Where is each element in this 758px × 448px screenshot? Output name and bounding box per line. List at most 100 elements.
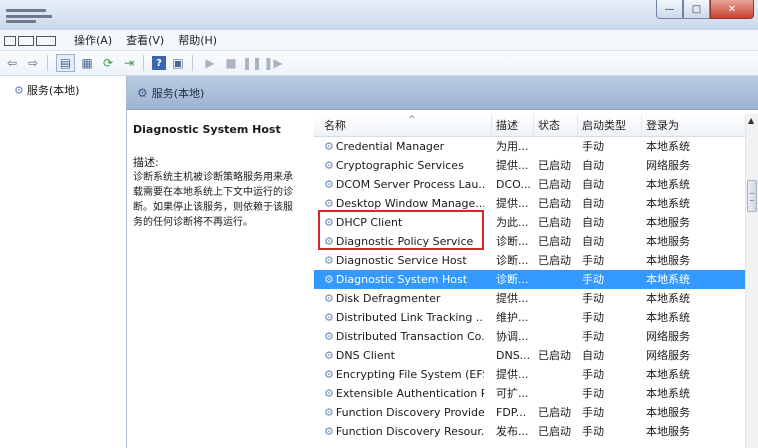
- table-row[interactable]: ⚙ Distributed Transaction Co... 协调... 手动 网络服…: [314, 327, 746, 346]
- service-status: 已启动: [538, 406, 571, 419]
- service-logon-as: 本地系统: [646, 292, 690, 305]
- scrollbar-thumb[interactable]: [747, 180, 757, 212]
- service-gear-icon: ⚙: [324, 311, 334, 324]
- service-startup-type: 手动: [582, 140, 604, 153]
- export-icon[interactable]: ⇥: [120, 54, 138, 72]
- service-startup-type: 手动: [582, 311, 604, 324]
- service-name: DNS Client: [335, 349, 395, 362]
- menu-help[interactable]: 帮助(H): [178, 32, 217, 48]
- column-header-description[interactable]: 描述: [492, 114, 534, 136]
- pane-title: 服务(本地): [151, 86, 205, 100]
- menu-action[interactable]: 操作(A): [74, 32, 112, 48]
- service-name: Encrypting File System (EFS): [335, 368, 484, 381]
- menu-view[interactable]: 查看(V): [126, 32, 164, 48]
- service-name: Credential Manager: [335, 140, 445, 153]
- service-status: 已启动: [538, 254, 571, 267]
- table-row[interactable]: ⚙ DNS Client DNS... 已启动 自动 网络服务: [314, 346, 746, 365]
- toolbar-separator: [192, 55, 193, 71]
- help-icon[interactable]: ?: [152, 56, 166, 70]
- close-button[interactable]: ✕: [710, 0, 754, 19]
- column-header-logon[interactable]: 登录为: [642, 114, 746, 136]
- back-arrow-icon[interactable]: ⇦: [3, 54, 21, 72]
- table-row[interactable]: ⚙ Diagnostic Service Host 诊断... 已启动 手动 本地服务: [314, 251, 746, 270]
- service-status: 已启动: [538, 159, 571, 172]
- service-status: [534, 384, 578, 403]
- service-name-cell: ⚙ Cryptographic Services: [314, 156, 484, 175]
- column-header-startup[interactable]: 启动类型: [578, 114, 642, 136]
- service-name-cell: ⚙ Distributed Transaction Co...: [314, 327, 484, 346]
- file-menu-icon[interactable]: [4, 33, 62, 47]
- service-name-cell: ⚙ Desktop Window Manage...: [314, 194, 484, 213]
- console-tree-icon[interactable]: ▤: [56, 54, 75, 72]
- service-gear-icon: ⚙: [324, 235, 334, 248]
- service-description: 发布...: [496, 425, 529, 438]
- view-icon[interactable]: ▣: [169, 54, 187, 72]
- properties-icon[interactable]: ▦: [78, 54, 96, 72]
- stop-icon[interactable]: ■: [222, 54, 240, 72]
- service-gear-icon: ⚙: [324, 368, 334, 381]
- table-row[interactable]: ⚙ DHCP Client 为此... 已启动 自动 本地服务: [314, 213, 746, 232]
- maximize-button[interactable]: □: [683, 0, 710, 19]
- service-description: 诊断...: [496, 254, 529, 267]
- table-row[interactable]: ⚙ Disk Defragmenter 提供... 手动 本地系统: [314, 289, 746, 308]
- service-startup-type: 手动: [582, 330, 604, 343]
- minimize-button[interactable]: —: [656, 0, 683, 19]
- table-row[interactable]: ⚙ Cryptographic Services 提供... 已启动 自动 网络服务: [314, 156, 746, 175]
- service-logon-as: 本地系统: [646, 178, 690, 191]
- table-row[interactable]: ⚙ Encrypting File System (EFS) 提供... 手动 本地系统: [314, 365, 746, 384]
- table-row[interactable]: ⚙ Function Discovery Provide... FDP... 已启动手…: [314, 403, 746, 422]
- service-logon-as: 本地服务: [646, 406, 690, 419]
- service-description: 提供...: [496, 197, 529, 210]
- table-row[interactable]: ⚙ Extensible Authentication P... 可扩... 手动 本地…: [314, 384, 746, 403]
- service-status: [534, 327, 578, 346]
- service-description: 诊断...: [496, 273, 529, 286]
- pane-header: ⚙ 服务(本地): [127, 76, 758, 110]
- service-name-cell: ⚙ DCOM Server Process Lau...: [314, 175, 484, 194]
- forward-arrow-icon[interactable]: ⇨: [24, 54, 42, 72]
- service-name: Cryptographic Services: [335, 159, 464, 172]
- service-logon-as: 网络服务: [646, 330, 690, 343]
- service-description: 协调...: [496, 330, 529, 343]
- service-name: Function Discovery Resour...: [335, 425, 484, 438]
- toolbar-separator: [47, 55, 48, 71]
- table-row[interactable]: ⚙ Desktop Window Manage... 提供... 已启动 自动 本地系统: [314, 194, 746, 213]
- table-row[interactable]: ⚙ DCOM Server Process Lau... DCO... 已启动 自动 本地…: [314, 175, 746, 194]
- table-body: ⚙ Credential Manager 为用... 手动 本地系统 ⚙ Cryptogra…: [314, 137, 746, 441]
- service-logon-as: 本地系统: [646, 311, 690, 324]
- refresh-icon[interactable]: ⟳: [99, 54, 117, 72]
- service-name: DCOM Server Process Lau...: [335, 178, 484, 191]
- service-startup-type: 自动: [582, 349, 604, 362]
- service-status: [534, 137, 578, 156]
- table-row[interactable]: ⚙ Distributed Link Tracking ... 维护... 手动 本地系…: [314, 308, 746, 327]
- service-gear-icon: ⚙: [324, 197, 334, 210]
- service-gear-icon: ⚙: [324, 425, 334, 438]
- service-status: [534, 289, 578, 308]
- service-name-cell: ⚙ Extensible Authentication P...: [314, 384, 484, 403]
- service-description: 提供...: [496, 159, 529, 172]
- service-description: 维护...: [496, 311, 529, 324]
- table-row[interactable]: ⚙ Credential Manager 为用... 手动 本地系统: [314, 137, 746, 156]
- table-row[interactable]: ⚙ Function Discovery Resour... 发布... 已启动 手动 本…: [314, 422, 746, 441]
- service-status: 已启动: [538, 216, 571, 229]
- service-name: Disk Defragmenter: [335, 292, 441, 305]
- service-name: Desktop Window Manage...: [335, 197, 484, 210]
- service-status: 已启动: [538, 349, 571, 362]
- service-logon-as: 本地系统: [646, 387, 690, 400]
- service-name: Function Discovery Provide...: [335, 406, 484, 419]
- pause-icon[interactable]: ❚❚: [242, 54, 262, 72]
- service-startup-type: 手动: [582, 273, 604, 286]
- service-description: 可扩...: [496, 387, 529, 400]
- play-icon[interactable]: ▶: [201, 54, 219, 72]
- service-name-cell: ⚙ Encrypting File System (EFS): [314, 365, 484, 384]
- tree-item-services-local[interactable]: ⚙ 服务(本地): [14, 82, 79, 98]
- column-header-name[interactable]: 名称 ^: [314, 114, 492, 136]
- table-row[interactable]: ⚙ Diagnostic Policy Service 诊断... 已启动 自动 本地服务: [314, 232, 746, 251]
- service-name: Extensible Authentication P...: [335, 387, 484, 400]
- scroll-up-arrow-icon[interactable]: ▲: [748, 116, 754, 125]
- restart-icon[interactable]: ❚▶: [263, 54, 282, 72]
- service-logon-as: 本地服务: [646, 254, 690, 267]
- table-row[interactable]: ⚙ Diagnostic System Host 诊断... 手动 本地系统: [314, 270, 746, 289]
- vertical-scrollbar[interactable]: ▲: [745, 114, 758, 448]
- column-header-status[interactable]: 状态: [534, 114, 578, 136]
- service-name-cell: ⚙ DHCP Client: [314, 213, 484, 232]
